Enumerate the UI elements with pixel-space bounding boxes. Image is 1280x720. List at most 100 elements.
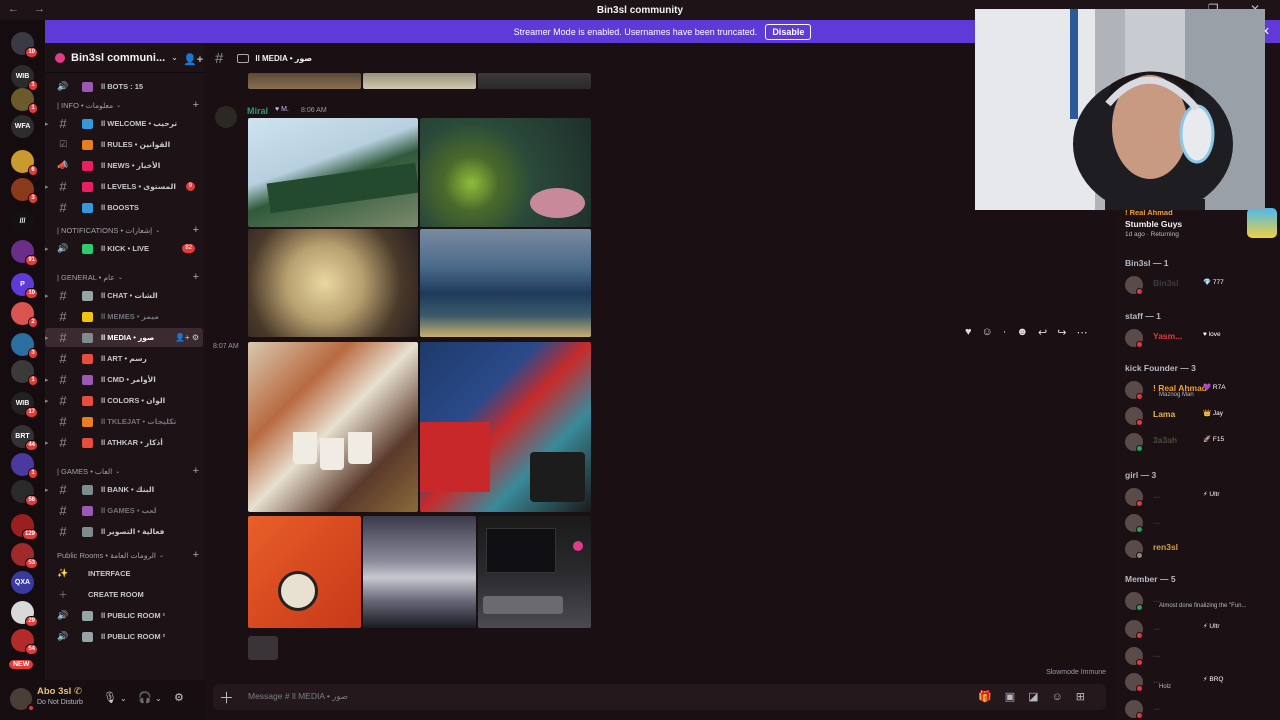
user-name[interactable]: Abo 3sl ✆ (37, 686, 82, 697)
channel-item[interactable]: # ll ART • رسم (45, 349, 203, 368)
gift-icon[interactable]: 🎁 (978, 691, 1005, 703)
forward-icon[interactable]: ↪ (1057, 326, 1066, 339)
channel-category[interactable]: | GENERAL • عام ⌄ + (57, 270, 203, 284)
gif-icon[interactable]: ▣ (1005, 691, 1028, 703)
attachment-image-drink[interactable] (420, 118, 591, 227)
attachment-image-teapot[interactable] (248, 229, 418, 337)
sticker-icon[interactable]: ◪ (1028, 691, 1051, 703)
server-header[interactable]: Bin3sl communi... ⌄ 👤+ (45, 43, 205, 73)
server-icon[interactable]: BRT 44 (11, 425, 38, 451)
attachment-image-sea[interactable] (420, 229, 591, 337)
attachment-image[interactable] (248, 73, 361, 89)
nav-arrows-icon[interactable]: ← → (8, 3, 51, 15)
server-icon[interactable]: 1 (11, 360, 38, 386)
channel-item[interactable]: ▸ # ll WELCOME • ترحيب (45, 114, 203, 133)
attachment-image-desk-setup[interactable] (478, 516, 591, 628)
attachment-image-coffee-bags[interactable] (420, 342, 591, 512)
server-icon[interactable]: 56 (11, 480, 38, 506)
invite-people-icon[interactable]: 👤+ (183, 53, 203, 66)
channel-item[interactable]: # ll BOOSTS (45, 198, 203, 217)
server-icon[interactable]: 129 (11, 514, 38, 540)
attachment-image-jersey[interactable] (248, 516, 361, 628)
message-input-placeholder[interactable]: Message # ll MEDIA • صور (248, 691, 348, 702)
chevron-down-icon[interactable]: ⌄ (171, 53, 178, 62)
channel-item[interactable]: ▸ # ll CHAT • الشات (45, 286, 203, 305)
server-icon[interactable]: WIB 17 (11, 392, 38, 418)
server-icon[interactable]: 1 (11, 453, 38, 479)
add-channel-icon[interactable]: + (193, 99, 199, 111)
channel-item[interactable]: # ll GAMES • لعب (45, 501, 203, 520)
attachment-image[interactable] (363, 73, 476, 89)
channel-item[interactable]: 📣 ll NEWS • الأخبار (45, 156, 203, 175)
channel-item[interactable]: 🔊 ll PUBLIC ROOM ¹ (45, 606, 203, 625)
channel-item[interactable]: ▸ 🔊 ll KICK • LIVE 82 (45, 239, 203, 258)
server-icon[interactable]: WFA (11, 115, 34, 138)
channel-category[interactable]: | INFO • معلومات ⌄ + (57, 98, 203, 112)
member-item[interactable]: ... (1123, 513, 1273, 533)
channel-item[interactable]: 🔊 ll PUBLIC ROOM ² (45, 627, 203, 646)
chevron-down-icon[interactable]: ⌄ (155, 694, 162, 703)
member-item[interactable]: ... (1123, 699, 1273, 719)
channel-item[interactable]: ✨ INTERFACE (45, 564, 203, 583)
next-message-thumbnail[interactable] (248, 636, 278, 660)
server-icon[interactable]: 3 (11, 333, 38, 359)
server-icon[interactable]: WIB 1 (11, 65, 38, 91)
gear-icon[interactable]: ⚙ (174, 691, 184, 704)
server-icon[interactable]: QXA (11, 571, 34, 594)
add-attachment-icon[interactable]: ＋ (219, 687, 234, 708)
server-icon[interactable]: 3 (11, 178, 38, 204)
member-item[interactable]: ... ⚡ Ultr (1123, 487, 1273, 507)
author-avatar[interactable] (215, 106, 237, 128)
channel-item[interactable]: ＋ CREATE ROOM (45, 585, 203, 604)
server-icon[interactable]: P 10 (11, 273, 38, 299)
server-icon[interactable]: 6 (11, 150, 38, 176)
chevron-down-icon[interactable]: ⌄ (120, 694, 127, 703)
server-icon[interactable]: 2 (11, 302, 38, 328)
member-item[interactable]: ren3sl (1123, 539, 1273, 559)
add-reaction-icon[interactable]: ☺ (982, 326, 993, 339)
server-icon[interactable]: 1 (11, 88, 38, 114)
channel-item-active[interactable]: ▸ # ll MEDIA • صور 👤+ ⚙ (45, 328, 203, 347)
member-item[interactable]: 3a3ah 🚀 F15 (1123, 432, 1273, 452)
member-item[interactable]: Lama 👑 Jay (1123, 406, 1273, 426)
message-composer[interactable]: ＋ Message # ll MEDIA • صور 🎁▣◪☺⊞ (213, 684, 1106, 710)
channel-item[interactable]: 🔊 ll BOTS : 15 (45, 77, 203, 96)
member-item[interactable]: ! Real Ahmad 💜 R7A Maznog Man (1123, 380, 1273, 400)
emoji-icon[interactable]: ☻ (1016, 326, 1028, 339)
channel-item[interactable]: ▸ # ll LEVELS • المستوى 9 (45, 177, 203, 196)
add-channel-icon[interactable]: + (193, 271, 199, 283)
add-channel-icon[interactable]: + (193, 549, 199, 561)
member-item[interactable]: Bin3sl 💎 777 (1123, 275, 1273, 295)
attachment-image-clouds[interactable] (363, 516, 476, 628)
member-item[interactable]: ... ⚡ Ultr (1123, 619, 1273, 639)
add-channel-icon[interactable]: + (193, 465, 199, 477)
channel-item[interactable]: ☑ ll RULES • القوانين (45, 135, 203, 154)
author-name[interactable]: Miral (247, 106, 268, 116)
channel-item[interactable]: # ll MEMES • ميمز (45, 307, 203, 326)
server-icon[interactable]: 10 (11, 32, 38, 58)
channel-category[interactable]: | NOTIFICATIONS • إشعارات ⌄ + (57, 223, 203, 237)
reply-icon[interactable]: ↩ (1038, 326, 1047, 339)
disable-streamer-button[interactable]: Disable (765, 23, 812, 40)
heart-reaction-icon[interactable]: ♥ (965, 326, 972, 339)
more-options-icon[interactable]: ⋯ (1076, 326, 1087, 339)
channel-item[interactable]: ▸ # ll ATHKAR • أذكار (45, 433, 203, 452)
attachment-image-stadium[interactable] (248, 118, 418, 227)
server-icon[interactable]: 29 (11, 601, 38, 627)
channel-category[interactable]: Public Rooms • الرومات العامة ⌄ + (57, 548, 203, 562)
member-item[interactable]: ... ⚡ BRQ Holz (1123, 672, 1273, 692)
apps-icon[interactable]: ⊞ (1076, 691, 1098, 703)
server-icon[interactable]: 53 (11, 543, 38, 569)
member-item[interactable]: ... (1123, 646, 1273, 666)
member-item[interactable]: ... Almost done finalizing the "Fun... (1123, 591, 1273, 611)
server-icon[interactable]: 54 (11, 629, 38, 655)
attachment-image[interactable] (478, 73, 591, 89)
channel-item[interactable]: ▸ # ll BANK • البنك (45, 480, 203, 499)
attachment-image-coffee-cups[interactable] (248, 342, 418, 512)
headphones-icon[interactable]: 🎧 (138, 691, 152, 704)
more-dots-icon[interactable]: · (1003, 326, 1007, 339)
activity-card[interactable]: ! Real Ahmad Stumble Guys 1d ago · Retur… (1125, 208, 1277, 238)
channel-item[interactable]: ▸ # ll COLORS • الوان (45, 391, 203, 410)
channel-item[interactable]: # ll TKLEJAT • تكليجات (45, 412, 203, 431)
channel-category[interactable]: | GAMES • العاب ⌄ + (57, 464, 203, 478)
